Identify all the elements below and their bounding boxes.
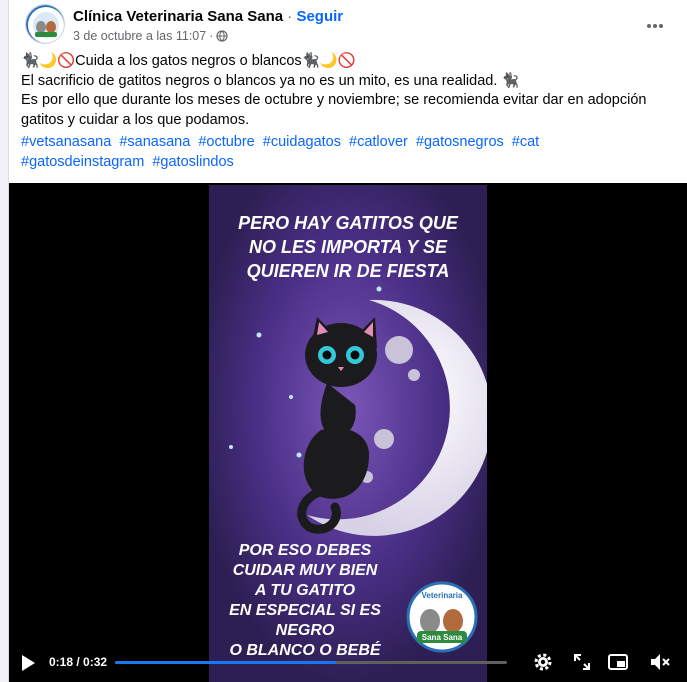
hashtag-link[interactable]: #sanasana xyxy=(119,134,190,150)
more-options-button[interactable] xyxy=(641,12,669,40)
picture-in-picture-icon[interactable] xyxy=(607,651,629,673)
page-name-link[interactable]: Clínica Veterinaria Sana Sana xyxy=(73,8,283,25)
post-text-line-3: Es por ello que durante los meses de oct… xyxy=(21,92,647,128)
hashtag-link[interactable]: #catlover xyxy=(349,134,408,150)
hashtag-link[interactable]: #octubre xyxy=(198,134,254,150)
hashtag-link[interactable]: #gatosnegros xyxy=(416,134,504,150)
hashtag-link[interactable]: #cuidagatos xyxy=(263,134,341,150)
post-text-line-2: El sacrificio de gatitos negros o blanco… xyxy=(21,72,520,89)
follow-button[interactable]: Seguir xyxy=(296,8,343,25)
clinic-logo-icon xyxy=(26,5,64,43)
progress-bar[interactable] xyxy=(115,661,507,664)
bottom-caption-line: NEGRO xyxy=(276,622,335,639)
name-separator: · xyxy=(283,8,297,25)
fullscreen-icon[interactable] xyxy=(571,651,593,673)
bottom-caption-line: EN ESPECIAL SI ES xyxy=(229,602,381,619)
video-player[interactable]: PERO HAY GATITOS QUE NO LES IMPORTA Y SE… xyxy=(9,183,687,682)
hashtag-link[interactable]: #gatosdeinstagram xyxy=(21,154,144,170)
mute-icon[interactable] xyxy=(649,651,671,673)
top-caption-line: QUIEREN IR DE FIESTA xyxy=(247,261,450,281)
post-text-line-1: 🐈‍⬛🌙🚫Cuida a los gatos negros o blancos🐈… xyxy=(21,53,356,69)
bottom-caption-line: POR ESO DEBES xyxy=(239,542,372,559)
top-caption-line: PERO HAY GATITOS QUE xyxy=(238,213,459,233)
post-header: Clínica Veterinaria Sana Sana · Seguir 3… xyxy=(21,4,675,44)
video-controls: 0:18 / 0:32 xyxy=(9,642,687,682)
more-options-icon xyxy=(647,24,663,28)
progress-fill xyxy=(115,661,336,664)
top-caption: PERO HAY GATITOS QUE NO LES IMPORTA Y SE… xyxy=(238,213,459,281)
bottom-caption-line: A TU GATITO xyxy=(254,582,356,599)
play-icon[interactable] xyxy=(19,654,37,672)
video-illustration: PERO HAY GATITOS QUE NO LES IMPORTA Y SE… xyxy=(209,185,493,682)
time-display: 0:18 / 0:32 xyxy=(49,655,108,669)
post-text: 🐈‍⬛🌙🚫Cuida a los gatos negros o blancos🐈… xyxy=(21,52,673,130)
post-date[interactable]: 3 de octubre a las 11:07 xyxy=(73,29,206,43)
meta-dot: · xyxy=(209,29,214,43)
globe-icon xyxy=(216,30,228,42)
hashtag-link[interactable]: #cat xyxy=(512,134,539,150)
hashtag-link[interactable]: #gatoslindos xyxy=(152,154,233,170)
video-frame[interactable]: PERO HAY GATITOS QUE NO LES IMPORTA Y SE… xyxy=(209,185,493,682)
top-caption-line: NO LES IMPORTA Y SE xyxy=(249,237,448,257)
settings-gear-icon[interactable] xyxy=(532,651,554,673)
hashtags: #vetsanasana #sanasana #octubre #cuidaga… xyxy=(21,133,673,172)
logo-bottom-text: Sana Sana xyxy=(422,633,463,642)
clinic-logo: Veterinaria Sana Sana xyxy=(406,581,478,653)
page-name-line: Clínica Veterinaria Sana Sana · Seguir xyxy=(73,8,343,25)
post-card: Clínica Veterinaria Sana Sana · Seguir 3… xyxy=(8,0,687,682)
bottom-caption-line: CUIDAR MUY BIEN xyxy=(233,562,378,579)
page-avatar[interactable] xyxy=(25,4,65,44)
post-meta: 3 de octubre a las 11:07 · xyxy=(73,29,228,43)
logo-top-text: Veterinaria xyxy=(422,591,463,600)
hashtag-link[interactable]: #vetsanasana xyxy=(21,134,111,150)
